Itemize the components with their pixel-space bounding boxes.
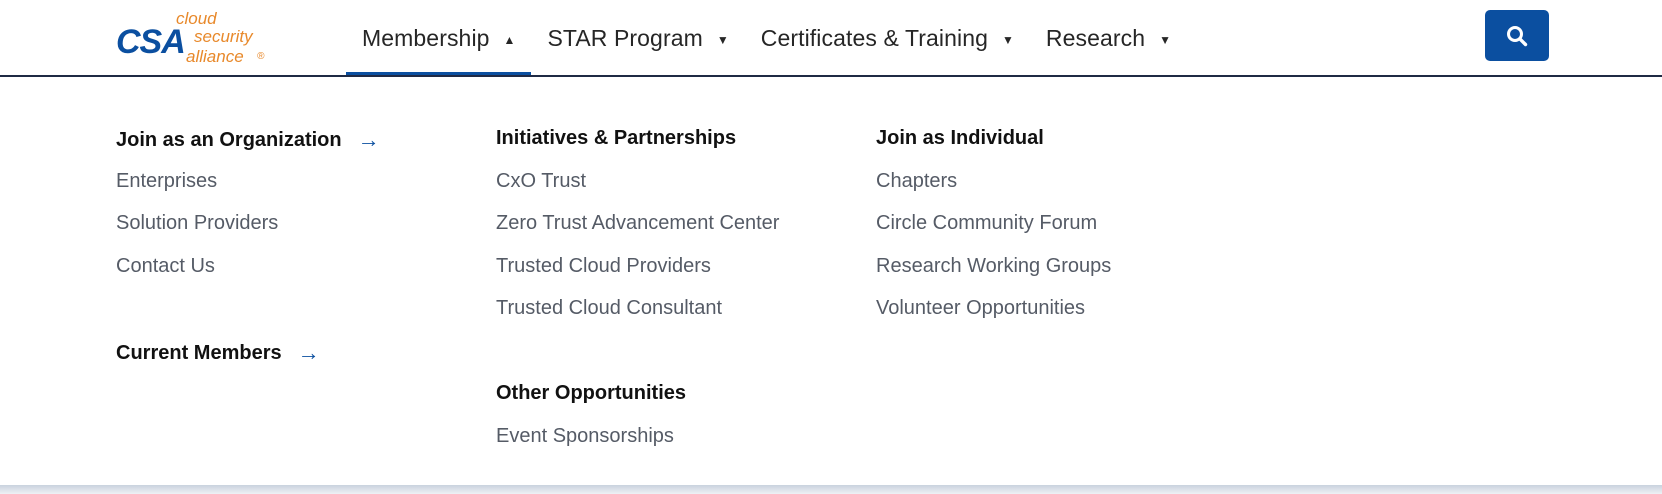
arrow-right-icon: → <box>357 127 380 152</box>
link-event-sponsorships[interactable]: Event Sponsorships <box>496 425 674 448</box>
caret-down-icon: ▼ <box>1159 33 1172 47</box>
logo-mark: CSA <box>116 23 185 61</box>
join-organization-link[interactable]: Join as an Organization → <box>116 127 380 153</box>
logo-registered: ® <box>257 51 265 62</box>
nav-research-label: Research <box>1045 24 1146 51</box>
membership-dropdown: Join as an Organization → Enterprises So… <box>0 77 1662 485</box>
link-enterprises[interactable]: Enterprises <box>116 170 217 193</box>
logo-text-cloud: cloud <box>176 9 217 28</box>
nav-certificates-training-label: Certificates & Training <box>760 24 989 51</box>
link-contact-us[interactable]: Contact Us <box>116 255 215 278</box>
link-solution-providers[interactable]: Solution Providers <box>116 212 278 235</box>
link-trusted-cloud-providers[interactable]: Trusted Cloud Providers <box>496 255 711 278</box>
join-individual-heading: Join as Individual <box>876 127 1044 149</box>
dropdown-shadow <box>0 485 1662 494</box>
nav-star-program-label: STAR Program <box>547 24 703 51</box>
caret-down-icon: ▼ <box>716 33 729 47</box>
search-icon <box>1507 25 1528 46</box>
caret-up-icon: ▲ <box>503 33 516 47</box>
link-chapters[interactable]: Chapters <box>876 170 957 193</box>
link-volunteer-opportunities[interactable]: Volunteer Opportunities <box>876 297 1085 320</box>
other-opportunities-heading: Other Opportunities <box>496 382 686 404</box>
current-members-heading: Current Members <box>116 341 282 364</box>
search-button[interactable] <box>1485 10 1549 61</box>
caret-down-icon: ▼ <box>1002 33 1014 47</box>
main-nav: Membership ▲ STAR Program ▼ Certificates… <box>346 0 1187 76</box>
logo-text-alliance: alliance <box>186 47 244 66</box>
nav-certificates-training[interactable]: Certificates & Training ▼ <box>745 0 1030 76</box>
header-bar: CSA cloud security alliance ® Membership… <box>0 0 1662 76</box>
link-cxo-trust[interactable]: CxO Trust <box>496 170 586 193</box>
link-trusted-cloud-consultant[interactable]: Trusted Cloud Consultant <box>496 297 722 320</box>
link-zero-trust-advancement-center[interactable]: Zero Trust Advancement Center <box>496 212 779 235</box>
csa-logo[interactable]: CSA cloud security alliance ® <box>116 6 286 66</box>
join-organization-heading: Join as an Organization <box>116 128 342 151</box>
current-members-link[interactable]: Current Members → <box>116 340 320 366</box>
nav-star-program[interactable]: STAR Program ▼ <box>531 0 744 76</box>
link-research-working-groups[interactable]: Research Working Groups <box>876 255 1111 278</box>
nav-research[interactable]: Research ▼ <box>1030 0 1187 76</box>
nav-membership[interactable]: Membership ▲ <box>346 0 532 76</box>
link-circle-community-forum[interactable]: Circle Community Forum <box>876 212 1097 235</box>
arrow-right-icon: → <box>297 340 320 365</box>
nav-membership-label: Membership <box>362 24 490 51</box>
logo-text-security: security <box>194 27 254 46</box>
initiatives-partnerships-heading: Initiatives & Partnerships <box>496 127 737 149</box>
